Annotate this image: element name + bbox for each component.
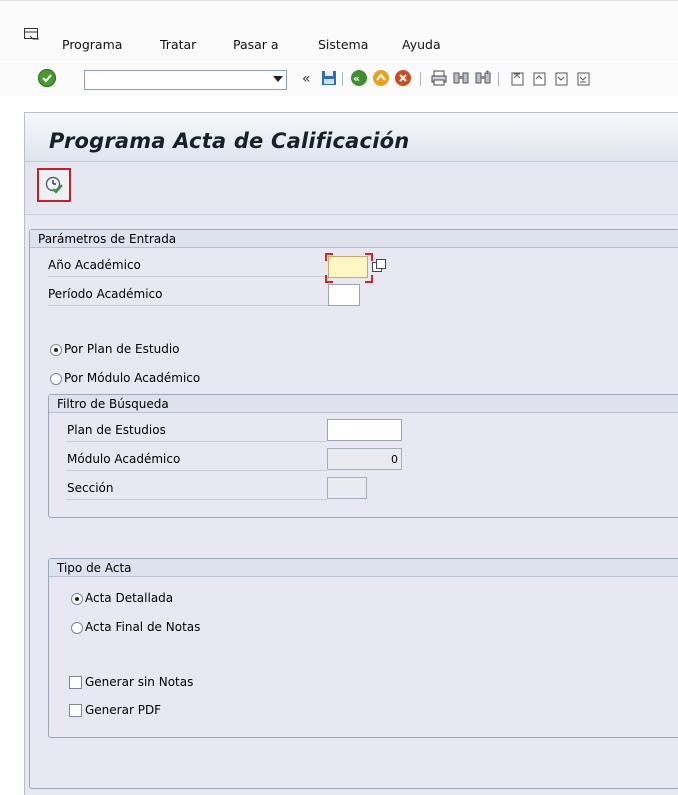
exit-icon[interactable] bbox=[372, 69, 390, 87]
menu-sistema[interactable]: Sistema bbox=[318, 37, 368, 52]
focus-corner bbox=[325, 275, 333, 283]
enter-icon[interactable] bbox=[38, 69, 56, 87]
find-icon[interactable] bbox=[452, 69, 470, 87]
label-underline bbox=[48, 305, 328, 306]
academic-period-input[interactable] bbox=[328, 284, 360, 306]
focus-corner bbox=[325, 253, 333, 261]
input-parameters-title: Parámetros de Entrada bbox=[30, 230, 678, 248]
previous-page-icon[interactable] bbox=[530, 69, 548, 87]
menu-ayuda[interactable]: Ayuda bbox=[402, 37, 441, 52]
checkbox-generar-sin-notas-label: Generar sin Notas bbox=[85, 675, 194, 689]
search-filter-title: Filtro de Búsqueda bbox=[49, 395, 678, 413]
last-page-icon[interactable] bbox=[574, 69, 592, 87]
radio-plan-estudio[interactable] bbox=[50, 344, 62, 356]
academic-period-label: Período Académico bbox=[48, 287, 163, 301]
input-parameters-group: Parámetros de Entrada Año Académico Perí… bbox=[29, 229, 678, 789]
svg-text:+: + bbox=[485, 69, 490, 76]
first-page-icon[interactable] bbox=[508, 69, 526, 87]
academic-year-label: Año Académico bbox=[48, 258, 141, 272]
menu-toggle-icon[interactable] bbox=[24, 28, 40, 42]
label-underline bbox=[67, 470, 327, 471]
focus-corner bbox=[365, 275, 373, 283]
label-underline bbox=[48, 276, 328, 277]
section-input[interactable] bbox=[327, 477, 367, 499]
execute-clock-icon bbox=[45, 176, 63, 194]
section-label: Sección bbox=[67, 481, 114, 495]
radio-plan-estudio-label: Por Plan de Estudio bbox=[64, 342, 180, 356]
find-next-icon[interactable]: + bbox=[474, 69, 492, 87]
svg-text:«: « bbox=[302, 71, 311, 87]
search-help-icon[interactable] bbox=[372, 259, 387, 273]
standard-toolbar: « « + bbox=[0, 62, 678, 96]
label-underline bbox=[67, 441, 327, 442]
academic-module-input[interactable] bbox=[327, 448, 402, 470]
academic-module-label: Módulo Académico bbox=[67, 452, 181, 466]
toolbar-separator bbox=[498, 72, 499, 86]
toolbar-separator bbox=[342, 72, 343, 86]
page-title: Programa Acta de Calificación bbox=[49, 129, 410, 153]
acta-type-group: Tipo de Acta Acta Detallada Acta Final d… bbox=[48, 558, 678, 738]
svg-text:«: « bbox=[353, 72, 360, 85]
application-area: Programa Acta de Calificación Parámetros… bbox=[24, 112, 678, 795]
application-toolbar bbox=[25, 162, 678, 215]
radio-acta-final[interactable] bbox=[71, 622, 83, 634]
save-icon[interactable] bbox=[320, 69, 338, 87]
acta-type-title: Tipo de Acta bbox=[49, 559, 678, 577]
academic-year-input[interactable] bbox=[328, 256, 368, 278]
toolbar-separator bbox=[420, 72, 421, 86]
study-plan-label: Plan de Estudios bbox=[67, 423, 166, 437]
menu-pasar-a[interactable]: Pasar a bbox=[233, 37, 279, 52]
back-icon[interactable]: « bbox=[350, 69, 368, 87]
search-filter-group: Filtro de Búsqueda Plan de Estudios Módu… bbox=[48, 394, 678, 518]
menu-tratar[interactable]: Tratar bbox=[160, 37, 196, 52]
command-input[interactable] bbox=[87, 72, 271, 90]
command-field[interactable] bbox=[84, 70, 287, 90]
checkbox-generar-pdf-label: Generar PDF bbox=[85, 703, 162, 717]
menu-programa[interactable]: Programa bbox=[62, 37, 122, 52]
back-arrows-icon[interactable]: « bbox=[300, 69, 318, 87]
next-page-icon[interactable] bbox=[552, 69, 570, 87]
execute-button[interactable] bbox=[37, 168, 71, 202]
label-underline bbox=[67, 499, 327, 500]
title-bar: Programa Acta de Calificación bbox=[25, 113, 678, 162]
study-plan-input[interactable] bbox=[327, 419, 402, 441]
radio-acta-detallada-label: Acta Detallada bbox=[85, 591, 174, 605]
radio-acta-final-label: Acta Final de Notas bbox=[85, 620, 201, 634]
chevron-down-icon[interactable] bbox=[273, 76, 283, 82]
radio-acta-detallada[interactable] bbox=[71, 593, 83, 605]
menu-bar: Programa Tratar Pasar a Sistema Ayuda bbox=[0, 0, 678, 61]
radio-modulo-academico[interactable] bbox=[50, 373, 62, 385]
checkbox-generar-sin-notas[interactable] bbox=[69, 676, 82, 689]
checkbox-generar-pdf[interactable] bbox=[69, 704, 82, 717]
cancel-icon[interactable] bbox=[394, 69, 412, 87]
print-icon[interactable] bbox=[430, 69, 448, 87]
radio-modulo-academico-label: Por Módulo Académico bbox=[64, 371, 201, 385]
